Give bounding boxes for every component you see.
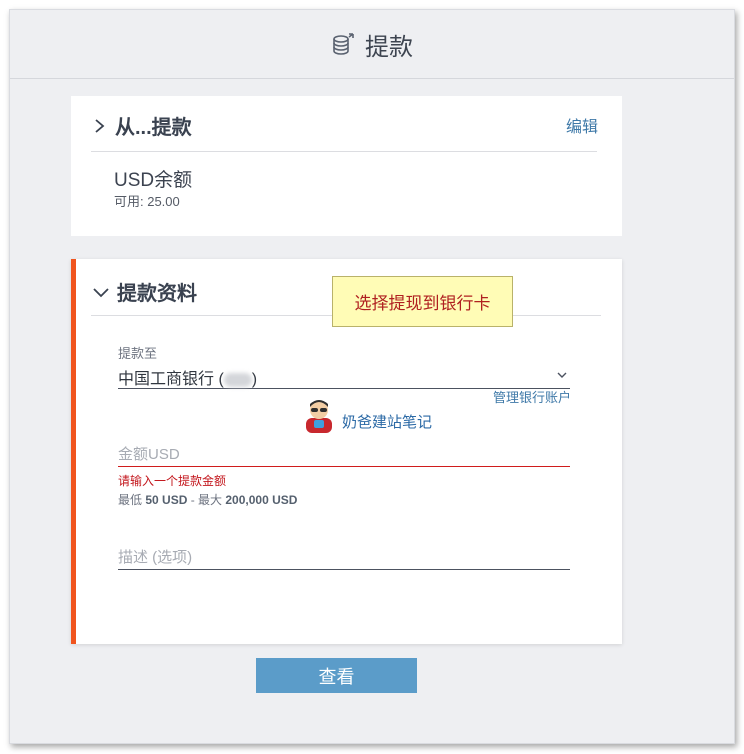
amount-limits: 最低 50 USD - 最大 200,000 USD [118,493,298,507]
details-section-title: 提款资料 [117,283,197,305]
from-section-title: 从...提款 [115,117,192,139]
manage-bank-accounts-link[interactable]: 管理银行账户 [493,387,571,406]
review-button[interactable]: 查看 [256,658,417,693]
amount-placeholder: 金额USD [118,446,180,463]
from-divider [91,151,597,152]
chevron-down-icon[interactable] [93,284,109,300]
bank-account-select[interactable]: 中国工商银行 () [118,363,570,389]
active-section-indicator [71,259,76,644]
balance-title: USD余额 [114,170,193,191]
annotation-callout: 选择提现到银行卡 [332,276,513,327]
withdraw-to-label: 提款至 [118,346,158,361]
withdraw-from-card: 从...提款 编辑 USD余额 可用: 25.00 [71,96,622,236]
amount-error-message: 请输入一个提款金额 [118,474,227,488]
watermark-text: 奶爸建站笔记 [342,413,433,431]
masked-account-number [223,372,252,387]
edit-link[interactable]: 编辑 [566,113,598,137]
bank-account-value: 中国工商银行 () [118,371,258,388]
coin-stack-icon [333,33,354,55]
page-title: 提款 [365,33,413,61]
description-placeholder: 描述 (选项) [118,549,193,566]
available-balance: 可用: 25.00 [114,194,180,209]
page-header: 提款 [10,10,734,79]
chevron-right-icon[interactable] [91,118,107,134]
details-section-header[interactable]: 提款资料 [93,277,197,306]
from-section-header[interactable]: 从...提款 [91,111,192,140]
withdraw-window: 提款 从...提款 编辑 USD余额 可用: 25.00 提款资料 提款至 中国… [9,9,735,744]
cartoon-avatar-icon [306,400,332,433]
amount-field[interactable]: 金额USD [118,439,570,467]
watermark: 奶爸建站笔记 [300,396,432,434]
description-field[interactable]: 描述 (选项) [118,542,570,570]
chevron-down-icon[interactable] [556,371,568,379]
